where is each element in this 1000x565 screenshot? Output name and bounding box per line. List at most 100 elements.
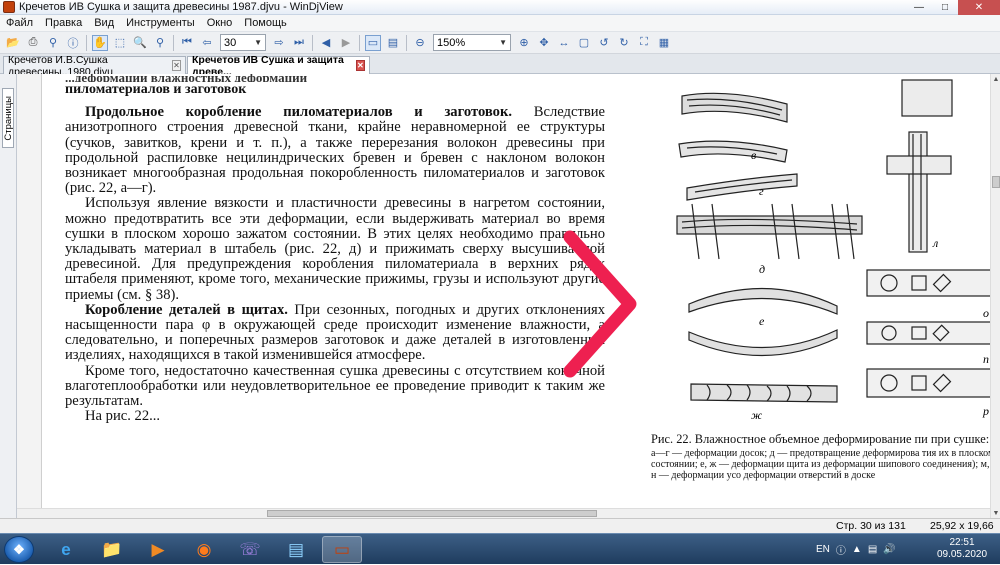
chevron-down-icon: ▼	[254, 38, 262, 47]
thumbnails-icon[interactable]: ▦	[656, 35, 672, 51]
next-page-icon[interactable]: ⇨	[271, 35, 287, 51]
document-view[interactable]: ...деформации влажностных деформации пил…	[17, 74, 990, 518]
section-heading: пиломатериалов и заготовок	[65, 82, 247, 97]
close-tab-icon[interactable]: ✕	[172, 60, 181, 71]
scroll-down-icon[interactable]: ▼	[991, 508, 1000, 518]
network-icon[interactable]: ▤	[868, 544, 877, 555]
horizontal-scrollbar[interactable]	[17, 508, 990, 518]
fit-width-icon[interactable]: ↔	[556, 35, 572, 51]
chevron-down-icon: ▼	[499, 38, 507, 47]
page-number-combo[interactable]: 30 ▼	[220, 34, 266, 51]
photo-viewer-icon[interactable]: ▤	[276, 536, 316, 563]
find-icon[interactable]: ⚲	[45, 35, 61, 51]
menu-tools[interactable]: Инструменты	[120, 17, 201, 29]
zoom-tool-icon[interactable]: 🔍	[132, 35, 148, 51]
firefox-icon[interactable]: ◉	[184, 536, 224, 563]
scroll-thumb[interactable]	[267, 510, 597, 517]
help-icon[interactable]: ⓘ	[836, 542, 846, 557]
viber-icon[interactable]: ☏	[230, 536, 270, 563]
rotate-right-icon[interactable]: ↻	[616, 35, 632, 51]
paragraph-2: Используя явление вязкости и пластичност…	[65, 195, 605, 303]
rotate-left-icon[interactable]: ↺	[596, 35, 612, 51]
menu-window[interactable]: Окно	[201, 17, 239, 29]
figure-label-d: д	[759, 262, 766, 276]
tab-document-1[interactable]: Кречетов И.В.Сушка древесины..1980.djvu …	[3, 54, 186, 78]
zoom-combo[interactable]: 150% ▼	[433, 34, 511, 51]
caption-legend: а—г — деформации досок; д — предотвращен…	[651, 448, 990, 481]
paragraph-4: Кроме того, недостаточно качественная су…	[65, 362, 605, 410]
tab-pages[interactable]: Страницы	[2, 88, 14, 148]
start-button[interactable]: ❖	[4, 536, 34, 563]
zoom-out-icon[interactable]: ⊖	[412, 35, 428, 51]
toolbar: 📂 ⎙ ⚲ ⓘ ✋ ⬚ 🔍 ⚲ ⏮ ⇦ 30 ▼ ⇨ ⏭ ◀ ▶ ▭ ▤ ⊖ 1…	[0, 32, 1000, 54]
document-page: ...деформации влажностных деформации пил…	[65, 74, 605, 518]
scroll-up-icon[interactable]: ▲	[991, 74, 1000, 84]
clock-date: 09.05.2020	[936, 549, 988, 560]
maximize-button[interactable]: □	[932, 0, 958, 15]
first-page-icon[interactable]: ⏮	[179, 35, 195, 51]
paragraph-1: Продольное коробление пиломатериалов и з…	[65, 104, 605, 197]
open-folder-icon[interactable]: 📂	[5, 35, 21, 51]
previous-page-edge	[17, 74, 42, 518]
figure-label-o: о	[983, 306, 989, 320]
single-page-icon[interactable]: ▭	[365, 34, 381, 51]
actual-size-icon[interactable]: ▢	[576, 35, 592, 51]
zoom-in-icon[interactable]: ⊕	[516, 35, 532, 51]
select-tool-icon[interactable]: ⬚	[112, 35, 128, 51]
clipped-heading-line: ...деформации влажностных деформации	[65, 74, 308, 82]
status-bar: Стр. 30 из 131 25,92 x 19,66 см	[0, 518, 1000, 544]
menu-help[interactable]: Помощь	[238, 17, 293, 29]
scroll-thumb[interactable]	[992, 176, 1000, 188]
language-indicator[interactable]: EN	[816, 544, 830, 555]
internet-explorer-icon[interactable]: e	[46, 536, 86, 563]
tab-document-2[interactable]: Кречетов ИВ Сушка и защита древе... ✕	[187, 54, 370, 78]
last-page-icon[interactable]: ⏭	[291, 35, 307, 51]
close-button[interactable]: ✕	[958, 0, 1000, 15]
clock-time: 22:51	[949, 537, 975, 548]
toolbar-separator	[406, 34, 407, 51]
full-screen-icon[interactable]: ⛶	[636, 35, 652, 51]
figure-label-p: п	[983, 352, 989, 366]
continuous-page-icon[interactable]: ▤	[385, 35, 401, 51]
windows-logo-icon: ❖	[13, 541, 25, 557]
figure-label-v: в	[751, 148, 757, 162]
toolbar-separator	[86, 34, 87, 51]
windjview-app-icon	[3, 1, 15, 13]
menu-edit[interactable]: Правка	[39, 17, 88, 29]
minimize-button[interactable]: —	[906, 0, 932, 15]
menu-view[interactable]: Вид	[88, 17, 120, 29]
print-icon[interactable]: ⎙	[25, 35, 41, 51]
caption-title: Рис. 22. Влажностное объемное деформиров…	[651, 432, 990, 446]
toolbar-separator	[173, 34, 174, 51]
close-tab-icon[interactable]: ✕	[355, 60, 365, 71]
figure-caption: Рис. 22. Влажностное объемное деформиров…	[651, 432, 990, 481]
system-tray: EN ⓘ ▲ ▤ 🔊	[816, 534, 902, 565]
fit-page-icon[interactable]: ✥	[536, 35, 552, 51]
tray-arrow-icon[interactable]: ▲	[852, 544, 862, 555]
clock[interactable]: 22:51 09.05.2020	[932, 537, 992, 561]
magnify-icon[interactable]: ⚲	[152, 35, 168, 51]
volume-icon[interactable]: 🔊	[883, 544, 895, 555]
figure-label-e: е	[759, 314, 765, 328]
info-icon[interactable]: ⓘ	[65, 35, 81, 51]
window-controls: — □ ✕	[906, 0, 1000, 15]
document-tab-bar: Кречетов И.В.Сушка древесины..1980.djvu …	[0, 54, 1000, 78]
title-bar: Кречетов ИВ Сушка и защита древесины 198…	[0, 0, 1000, 15]
back-icon[interactable]: ◀	[318, 35, 334, 51]
windjview-taskbar-icon[interactable]: ▭	[322, 536, 362, 563]
previous-page-icon[interactable]: ⇦	[199, 35, 215, 51]
vertical-scrollbar[interactable]: ▲ ▼	[990, 74, 1000, 518]
figure-label-r: р	[983, 404, 989, 418]
paragraph-3: Коробление деталей в щитах. При сезонных…	[65, 301, 606, 364]
pages-tab-label: Страницы	[2, 95, 14, 141]
file-explorer-icon[interactable]: 📁	[92, 536, 132, 563]
zoom-value: 150%	[437, 36, 466, 49]
chevron-right-icon	[563, 230, 637, 378]
forward-icon[interactable]: ▶	[338, 35, 354, 51]
figure-label-l: л	[933, 236, 939, 250]
menu-file[interactable]: Файл	[0, 17, 39, 29]
window-title: Кречетов ИВ Сушка и защита древесины 198…	[19, 1, 343, 13]
side-panel: Страницы	[0, 74, 17, 518]
media-player-icon[interactable]: ▶	[138, 536, 178, 563]
hand-tool-icon[interactable]: ✋	[92, 34, 108, 51]
